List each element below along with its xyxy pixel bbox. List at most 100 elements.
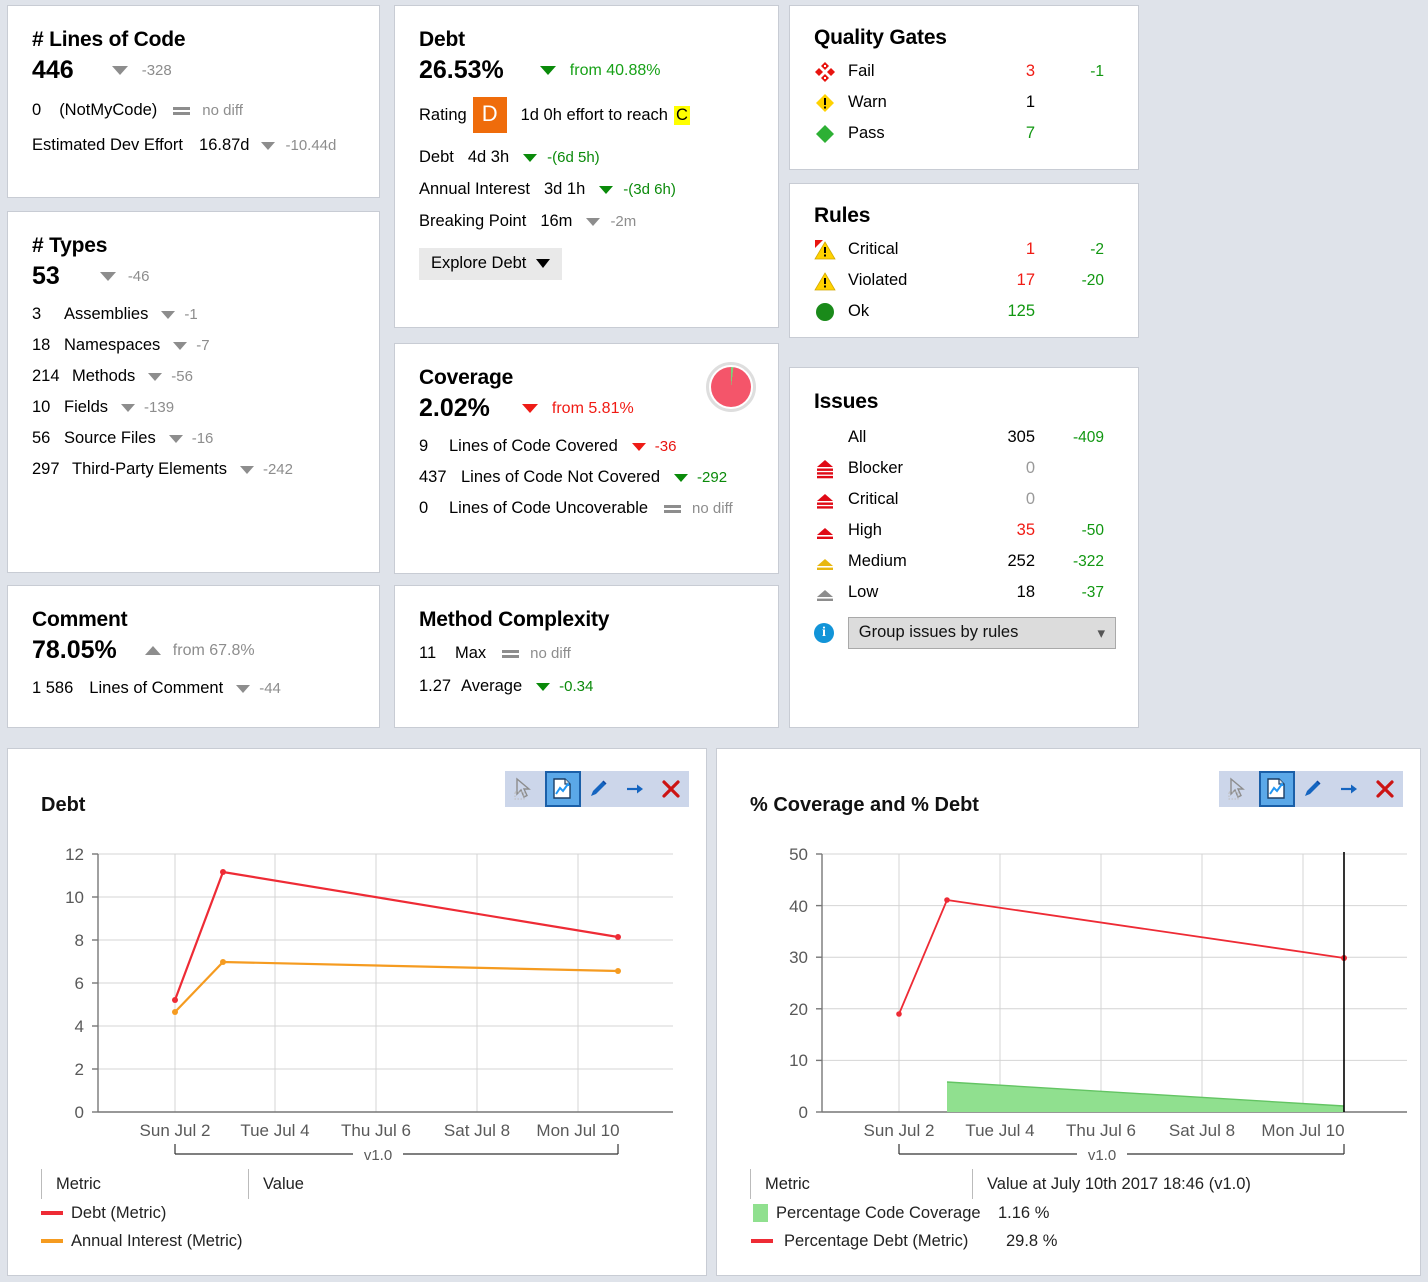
types-card: # Types 53 -46 3 Assemblies -1 18 Namesp… — [7, 211, 380, 573]
low-icon — [814, 583, 848, 603]
info-icon: i — [814, 623, 848, 643]
assemblies-label: Assemblies — [64, 305, 149, 323]
debt-chart-title: Debt — [41, 794, 86, 816]
issues-count: 0 — [1025, 459, 1035, 477]
chart-view-icon[interactable] — [545, 771, 581, 807]
close-x-icon[interactable] — [653, 771, 689, 807]
coverage-pie-ring — [706, 362, 756, 412]
svg-text:40: 40 — [789, 897, 808, 916]
legend-row[interactable]: Debt (Metric) — [41, 1199, 681, 1227]
issues-row[interactable]: All 305 -409 — [814, 422, 1116, 453]
assemblies-delta: -1 — [184, 306, 198, 323]
methods-count: 214 — [32, 367, 60, 385]
quality-gate-row[interactable]: Warn 1 — [814, 87, 1116, 118]
dashboard-page: # Lines of Code 446 -328 0 (NotMyCode) n… — [0, 0, 1428, 1282]
issues-row[interactable]: High 35 -50 — [814, 515, 1116, 546]
coverage-value: 2.02% — [419, 394, 490, 422]
trend-up-icon — [144, 646, 161, 655]
quality-gate-row[interactable]: Fail 3 -1 — [814, 56, 1116, 87]
comment-title: Comment — [32, 608, 128, 631]
group-issues-select[interactable]: Group issues by rules ▾ — [847, 617, 1116, 649]
svg-text:6: 6 — [75, 974, 84, 993]
group-issues-value: Group issues by rules — [858, 623, 1019, 641]
namespaces-label: Namespaces — [64, 336, 161, 354]
debt-chart-legend: Metric Value Debt (Metric) Annual Intere… — [41, 1169, 681, 1255]
legend-swatch-debt — [751, 1239, 773, 1243]
svg-text:2: 2 — [75, 1060, 84, 1079]
no-change-icon — [502, 649, 520, 659]
breaking-point-delta: -2m — [610, 213, 637, 230]
critical-warning-icon — [814, 239, 848, 261]
export-arrow-icon[interactable] — [617, 771, 653, 807]
edit-pencil-icon[interactable] — [581, 771, 617, 807]
trend-down-icon — [236, 684, 251, 693]
max-complexity-delta: no diff — [530, 645, 571, 662]
rules-title: Rules — [814, 204, 871, 227]
rules-row[interactable]: Ok 125 — [814, 296, 1116, 327]
loc-uncoverable-delta: no diff — [692, 500, 733, 517]
coverage-title: Coverage — [419, 366, 514, 389]
dev-effort-delta: -10.44d — [285, 137, 337, 154]
legend-row[interactable]: Annual Interest (Metric) — [41, 1227, 681, 1255]
legend-swatch-coverage — [753, 1204, 768, 1222]
methods-delta: -56 — [171, 368, 193, 385]
svg-text:Mon Jul 10: Mon Jul 10 — [1261, 1121, 1344, 1140]
svg-text:Thu Jul 6: Thu Jul 6 — [1066, 1121, 1136, 1140]
trend-down-icon — [161, 310, 176, 319]
legend-header-metric: Metric — [765, 1174, 810, 1193]
chart-view-icon[interactable] — [1259, 771, 1295, 807]
notmycode-delta: no diff — [202, 102, 243, 119]
chart-toolbar — [1219, 771, 1403, 807]
issues-card: Issues All 305 -409 Blocker 0 Critical 0… — [789, 367, 1139, 728]
issues-row[interactable]: Low 18 -37 — [814, 577, 1116, 608]
select-cursor-icon[interactable] — [505, 771, 545, 807]
issues-row[interactable]: Medium 252 -322 — [814, 546, 1116, 577]
legend-row[interactable]: Percentage Debt (Metric) 29.8 % — [750, 1227, 1400, 1255]
legend-row[interactable]: Percentage Code Coverage 1.16 % — [750, 1199, 1400, 1227]
debt-from: from 40.88% — [569, 61, 661, 79]
issues-row[interactable]: Critical 0 — [814, 484, 1116, 515]
blocker-icon — [814, 459, 848, 479]
debt-target-rating: C — [673, 105, 690, 125]
types-value: 53 — [32, 262, 60, 290]
fail-diamond-icon — [814, 61, 848, 83]
debt-row-delta: -(6d 5h) — [547, 149, 600, 166]
coverage-debt-chart-title: % Coverage and % Debt — [750, 794, 979, 816]
issues-count: 305 — [1007, 428, 1035, 446]
method-complexity-card: Method Complexity 11 Max no diff 1.27 Av… — [394, 585, 779, 728]
edit-pencil-icon[interactable] — [1295, 771, 1331, 807]
trend-down-icon — [599, 185, 614, 194]
debt-chart-panel: Debt 12 10 8 6 4 2 0 Sun Jul 2 Tue Jul 4… — [7, 748, 707, 1276]
legend-swatch-debt — [41, 1211, 63, 1215]
notmycode-label: (NotMyCode) — [59, 101, 158, 119]
svg-text:Tue Jul 4: Tue Jul 4 — [240, 1121, 309, 1140]
comment-value: 78.05% — [32, 636, 117, 664]
comment-from: from 67.8% — [172, 641, 255, 659]
quality-gate-row[interactable]: Pass 7 — [814, 118, 1116, 149]
rules-label: Violated — [848, 271, 908, 289]
issues-row[interactable]: Blocker 0 — [814, 453, 1116, 484]
medium-icon — [814, 552, 848, 572]
explore-debt-button[interactable]: Explore Debt — [419, 248, 563, 280]
avg-complexity-label: Average — [461, 677, 523, 695]
rules-row[interactable]: Violated 17 -20 — [814, 265, 1116, 296]
rules-label: Ok — [848, 302, 870, 320]
annual-interest-label: Annual Interest — [419, 180, 530, 198]
ok-circle-icon — [814, 301, 848, 323]
legend-header-value: Value at July 10th 2017 18:46 (v1.0) — [987, 1174, 1251, 1193]
lines-of-code-card: # Lines of Code 446 -328 0 (NotMyCode) n… — [7, 5, 380, 198]
close-x-icon[interactable] — [1367, 771, 1403, 807]
issues-label: Blocker — [848, 459, 904, 477]
lines-of-code-title: # Lines of Code — [32, 28, 186, 51]
coverage-debt-chart-legend: Metric Value at July 10th 2017 18:46 (v1… — [750, 1169, 1400, 1255]
export-arrow-icon[interactable] — [1331, 771, 1367, 807]
source-files-delta: -16 — [191, 430, 214, 447]
rules-row[interactable]: Critical 1 -2 — [814, 234, 1116, 265]
trend-down-icon — [521, 404, 538, 413]
method-complexity-title: Method Complexity — [419, 608, 610, 631]
issues-label: Low — [848, 583, 879, 601]
issues-delta: -50 — [1081, 521, 1104, 539]
max-complexity-label: Max — [455, 644, 487, 662]
rules-delta: -2 — [1090, 240, 1104, 258]
select-cursor-icon[interactable] — [1219, 771, 1259, 807]
